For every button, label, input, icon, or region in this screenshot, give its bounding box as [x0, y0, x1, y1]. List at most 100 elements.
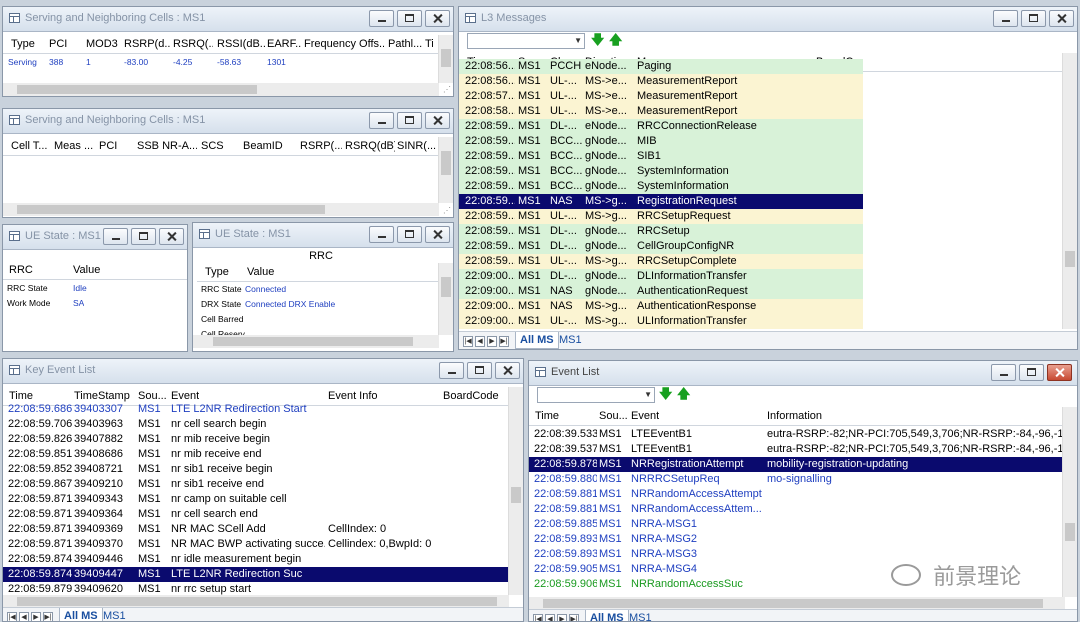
minimize-button[interactable] — [103, 228, 128, 245]
table-row[interactable]: 22:08:59.706 39403963 MS1 nr cell search be… — [3, 417, 509, 432]
table-row[interactable]: 22:08:59... MS1 DL-... eNode... RRCConnectio… — [459, 119, 863, 134]
minimize-button[interactable] — [993, 10, 1018, 27]
table-row[interactable]: 22:09:00... MS1 DL-... gNode... DLInformatio… — [459, 269, 863, 284]
column-header[interactable]: EARF... — [267, 38, 301, 50]
next-page-icon[interactable]: ▶ — [557, 614, 567, 621]
table-row[interactable]: 22:08:59.880 MS1 NRRRCSetupReq mo-signallin… — [529, 472, 1065, 487]
column-header[interactable]: RRC — [9, 264, 33, 276]
table-row[interactable]: 22:08:39.533 MS1 LTEEventB1 eutra-RSRP:-82;… — [529, 427, 1065, 442]
column-header[interactable]: PCI — [49, 38, 85, 50]
tab-all-ms[interactable]: All MS — [59, 608, 103, 621]
column-header[interactable]: RSRP(d... — [124, 38, 170, 50]
table-row[interactable]: 22:08:59.871 39409369 MS1 NR MAC SCell Add C… — [3, 522, 509, 537]
last-page-icon[interactable]: ▶| — [569, 614, 579, 621]
table-row[interactable]: DRX State Connected DRX Enable — [197, 297, 437, 312]
column-header[interactable]: Sou... — [599, 410, 628, 422]
table-row[interactable]: 22:09:00... MS1 NAS gNode... AuthenticationR… — [459, 284, 863, 299]
table-row[interactable]: 22:08:59.878 MS1 NRRegistrationAttempt mobi… — [529, 457, 1065, 472]
title-bar[interactable]: Serving and Neighboring Cells : MS1 — [3, 7, 453, 32]
table-row[interactable]: RRC State Connected — [197, 282, 437, 297]
column-header[interactable]: Meas ... — [54, 140, 94, 152]
minimize-button[interactable] — [991, 364, 1016, 381]
prev-page-icon[interactable]: ◀ — [475, 336, 485, 347]
table-row[interactable]: 22:08:59.867 39409210 MS1 nr sib1 receive e… — [3, 477, 509, 492]
column-header[interactable]: Event Info — [328, 390, 378, 402]
table-row[interactable]: Cell Barred — [197, 312, 437, 327]
table-row[interactable]: 22:08:59.871 39409370 MS1 NR MAC BWP activa… — [3, 537, 509, 552]
table-row[interactable]: 22:09:00... MS1 NAS MS->g... AuthenticationR… — [459, 299, 863, 314]
minimize-button[interactable] — [439, 362, 464, 379]
table-row[interactable]: 22:08:56... MS1 UL-... MS->e... MeasurementR… — [459, 74, 863, 89]
table-row[interactable]: RRC State Idle — [3, 281, 187, 296]
column-header[interactable]: Frequency Offs... — [304, 38, 384, 50]
column-header[interactable]: RSSI(dB... — [217, 38, 265, 50]
close-button[interactable] — [425, 226, 450, 243]
title-bar[interactable]: Serving and Neighboring Cells : MS1 — [3, 109, 453, 134]
tab-ms1[interactable]: MS1 — [99, 608, 130, 621]
column-header[interactable]: Type — [205, 266, 229, 278]
table-row[interactable]: 22:08:57... MS1 UL-... MS->e... MeasurementR… — [459, 89, 863, 104]
column-header[interactable]: BoardCode — [443, 390, 499, 402]
table-row[interactable]: 22:08:59.871 39409364 MS1 nr cell search en… — [3, 507, 509, 522]
close-button[interactable] — [495, 362, 520, 379]
column-header[interactable]: Cell T... — [11, 140, 51, 152]
horizontal-scrollbar[interactable] — [3, 83, 439, 96]
column-header[interactable]: Time — [535, 410, 559, 422]
table-row[interactable]: 22:08:56... MS1 PCCH eNode... Paging — [459, 59, 863, 74]
column-header[interactable]: RSRP(... — [300, 140, 342, 152]
resize-grip-icon[interactable]: ⋰ — [443, 85, 451, 94]
table-row[interactable]: 22:08:59... MS1 BCC... gNode... SystemInform… — [459, 179, 863, 194]
table-row[interactable]: 22:08:59.871 39409343 MS1 nr camp on suitab… — [3, 492, 509, 507]
column-header[interactable]: Type — [11, 38, 47, 50]
title-bar[interactable]: UE State : MS1 — [3, 225, 187, 250]
title-bar[interactable]: Key Event List — [3, 359, 523, 384]
table-row[interactable]: 22:08:59.881 MS1 NRRandomAccessAttempt — [529, 487, 1065, 502]
arrow-up-icon[interactable]: 🡅 — [609, 31, 622, 53]
tab-ms1[interactable]: MS1 — [555, 332, 586, 348]
table-row[interactable]: 22:08:59... MS1 DL-... gNode... RRCSetup — [459, 224, 863, 239]
table-row[interactable]: 22:08:58... MS1 UL-... MS->e... MeasurementR… — [459, 104, 863, 119]
vertical-scrollbar[interactable] — [1062, 407, 1077, 597]
resize-grip-icon[interactable]: ⋰ — [443, 206, 451, 215]
maximize-button[interactable] — [397, 10, 422, 27]
column-header[interactable]: TimeStamp — [74, 390, 130, 402]
table-row[interactable]: 22:08:59... MS1 BCC... gNode... MIB — [459, 134, 863, 149]
tab-all-ms[interactable]: All MS — [585, 610, 629, 621]
column-header[interactable]: PCI — [99, 140, 129, 152]
tab-all-ms[interactable]: All MS — [515, 332, 559, 349]
first-page-icon[interactable]: |◀ — [7, 612, 17, 621]
maximize-button[interactable] — [1021, 10, 1046, 27]
table-row[interactable]: 22:08:59... MS1 BCC... gNode... SystemInform… — [459, 164, 863, 179]
vertical-scrollbar[interactable] — [508, 387, 523, 595]
table-row[interactable]: 22:08:59.893 MS1 NRRA-MSG2 — [529, 532, 1065, 547]
column-header[interactable]: Event — [631, 410, 659, 422]
vertical-scrollbar[interactable] — [1062, 53, 1077, 329]
tab-ms1[interactable]: MS1 — [625, 610, 656, 621]
column-header[interactable]: Pathl... — [388, 38, 422, 50]
table-row[interactable]: 22:08:59.874 39409446 MS1 nr idle measureme… — [3, 552, 509, 567]
column-header[interactable]: MOD3 — [86, 38, 122, 50]
close-button[interactable] — [1047, 364, 1072, 381]
column-header[interactable]: SSB NR-A... — [137, 140, 197, 152]
column-header[interactable]: BeamID — [243, 140, 293, 152]
close-button[interactable] — [425, 10, 450, 27]
close-button[interactable] — [159, 228, 184, 245]
horizontal-scrollbar[interactable] — [3, 203, 439, 216]
prev-page-icon[interactable]: ◀ — [19, 612, 29, 621]
table-row[interactable]: 22:08:59... MS1 NAS MS->g... RegistrationReq… — [459, 194, 863, 209]
chevron-down-icon[interactable]: ▼ — [644, 390, 652, 399]
chevron-down-icon[interactable]: ▼ — [574, 36, 582, 45]
table-row[interactable]: 22:08:59... MS1 DL-... gNode... CellGroupCon… — [459, 239, 863, 254]
title-bar[interactable]: UE State : MS1 — [193, 223, 453, 248]
column-header[interactable]: SINR(... — [397, 140, 439, 152]
title-bar[interactable]: L3 Messages — [459, 7, 1077, 32]
table-row[interactable]: 22:08:59... MS1 UL-... MS->g... RRCSetupComp… — [459, 254, 863, 269]
column-header[interactable]: Value — [73, 264, 100, 276]
table-row[interactable]: 22:08:59.874 39409447 MS1 LTE L2NR Redirect… — [3, 567, 509, 582]
vertical-scrollbar[interactable] — [438, 137, 453, 203]
minimize-button[interactable] — [369, 226, 394, 243]
table-row[interactable]: 22:08:59.885 MS1 NRRA-MSG1 — [529, 517, 1065, 532]
table-row[interactable]: Cell Reserv... — [197, 327, 437, 335]
maximize-button[interactable] — [131, 228, 156, 245]
column-header[interactable]: SCS — [201, 140, 231, 152]
